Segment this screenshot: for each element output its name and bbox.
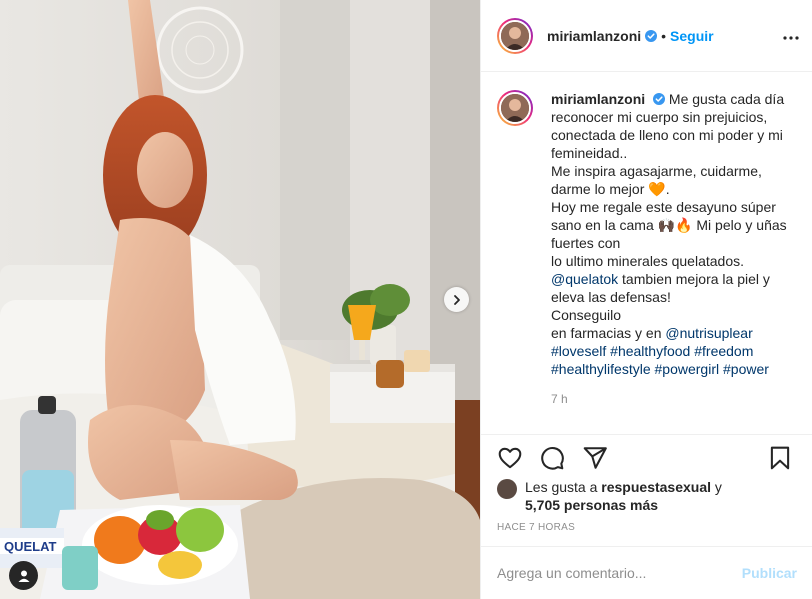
verified-badge-icon	[645, 29, 658, 42]
caption-avatar-picture	[501, 94, 529, 122]
mention-quelatok[interactable]: @quelatok	[551, 271, 618, 287]
likes-connector: y	[714, 479, 722, 495]
comment-button[interactable]	[539, 445, 567, 473]
caption-username[interactable]: miriamlanzoni	[551, 91, 645, 107]
photo-illustration: QUELAT	[0, 0, 480, 599]
avatar-image	[499, 19, 531, 52]
bookmark-icon	[770, 446, 790, 470]
caption-line-7: Conseguilo	[551, 307, 622, 323]
hashtag-powergirl[interactable]: #powergirl	[655, 361, 720, 377]
comment-icon	[541, 447, 565, 470]
next-photo-button[interactable]	[444, 287, 469, 312]
caption-verified-badge-icon	[653, 93, 666, 105]
caption-avatar-image	[499, 92, 531, 124]
share-button[interactable]	[582, 445, 610, 473]
share-icon	[583, 447, 607, 469]
caption-line-5: lo ultimo minerales quelatados.	[551, 253, 744, 269]
chevron-right-icon	[453, 294, 460, 305]
hashtag-freedom[interactable]: #freedom	[694, 343, 753, 359]
avatar-picture	[501, 21, 529, 50]
hashtag-power[interactable]: #power	[723, 361, 769, 377]
post-timestamp[interactable]: HACE 7 HORAS	[497, 522, 575, 533]
product-label: QUELAT	[4, 539, 57, 554]
liker-username[interactable]: respuestasexual	[601, 479, 711, 495]
caption-text: miriamlanzoni Me gusta cada día reconoce…	[551, 90, 791, 434]
comment-form: Publicar	[481, 546, 812, 599]
hashtag-healthylifestyle[interactable]: #healthylifestyle	[551, 361, 651, 377]
save-button[interactable]	[767, 445, 795, 473]
likes-prefix: Les gusta a	[525, 479, 598, 495]
caption-line-8: en farmacias y en	[551, 325, 662, 341]
header-separator: •	[661, 27, 667, 44]
follow-button[interactable]: Seguir	[670, 28, 714, 44]
action-bar	[481, 434, 812, 482]
liker-avatar[interactable]	[497, 479, 517, 499]
like-button[interactable]	[497, 445, 525, 473]
more-options-button[interactable]	[782, 28, 800, 46]
publish-button[interactable]: Publicar	[742, 565, 797, 581]
post-sidebar: miriamlanzoni • Seguir miriamlanzoni Me …	[480, 0, 812, 599]
comment-input[interactable]	[497, 565, 742, 581]
caption-avatar[interactable]	[497, 90, 533, 126]
mention-nutrisuplear[interactable]: @nutrisuplear	[665, 325, 752, 341]
hands-fire-emoji: 🙌🏿🔥	[657, 217, 693, 233]
header-username[interactable]: miriamlanzoni	[547, 28, 641, 44]
post-header: miriamlanzoni • Seguir	[481, 0, 812, 72]
likes-text: Les gusta a respuestasexual y 5,705 pers…	[525, 478, 722, 514]
heart-emoji: 🧡	[648, 181, 666, 197]
hashtag-loveself[interactable]: #loveself	[551, 343, 606, 359]
user-icon	[18, 570, 29, 582]
caption: miriamlanzoni Me gusta cada día reconoce…	[481, 72, 812, 434]
more-horizontal-icon	[783, 36, 799, 40]
hashtag-healthyfood[interactable]: #healthyfood	[610, 343, 690, 359]
caption-time[interactable]: 7 h	[551, 390, 791, 408]
avatar[interactable]	[497, 17, 533, 54]
heart-icon	[498, 447, 522, 469]
tagged-users-button[interactable]	[9, 561, 38, 590]
likes-count[interactable]: 5,705 personas más	[525, 497, 658, 513]
post-photo[interactable]: QUELAT	[0, 0, 480, 599]
likes-summary: Les gusta a respuestasexual y 5,705 pers…	[497, 478, 797, 514]
